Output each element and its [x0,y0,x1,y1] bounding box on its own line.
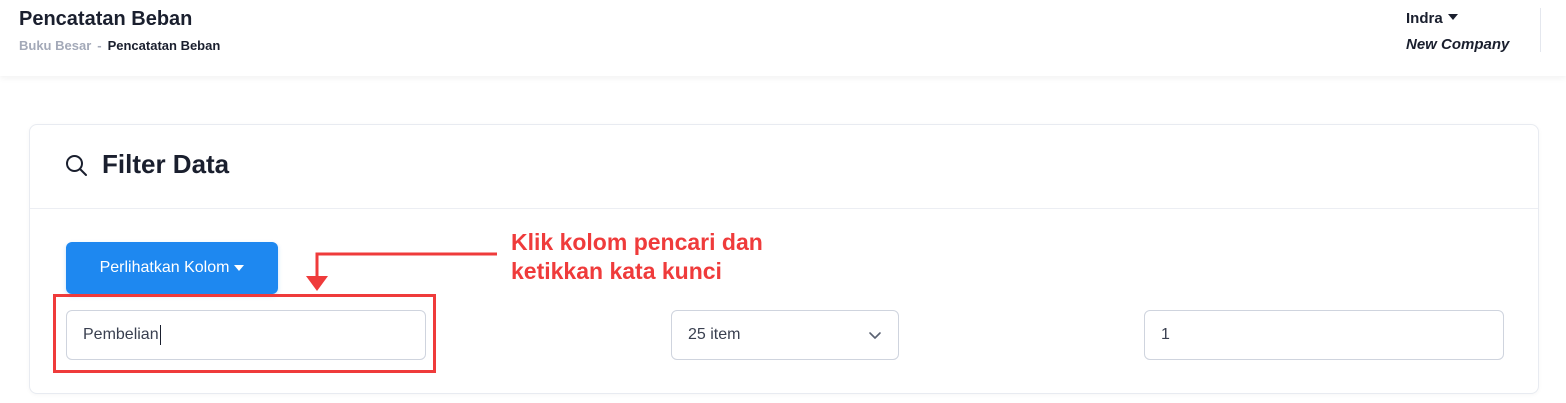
top-bar: Pencatatan Beban Buku Besar - Pencatatan B… [0,0,1566,76]
search-icon [66,155,87,176]
breadcrumb-parent-link[interactable]: Buku Besar [19,38,91,53]
page-title: Pencatatan Beban [19,8,193,30]
breadcrumb: Buku Besar - Pencatatan Beban [19,38,220,53]
caret-down-icon [234,265,245,271]
show-columns-label: Perlihatkan Kolom [99,259,230,276]
per-page-value: 25 item [688,326,741,343]
annotation-line-2: ketikkan kata kunci [511,258,722,284]
filter-title: Filter Data [102,149,230,179]
user-name: Indra [1406,10,1443,27]
breadcrumb-separator: - [97,38,102,53]
filter-card-header: Filter Data [30,125,1538,209]
breadcrumb-current: Pencatatan Beban [107,38,221,53]
annotation-text: Klik kolom pencari dan ketikkan kata kun… [511,228,831,286]
page-number-input[interactable]: 1 [1144,310,1504,360]
company-name: New Company [1406,36,1510,53]
page-number-value: 1 [1161,326,1170,343]
chevron-down-icon [869,332,881,339]
show-columns-button[interactable]: Perlihatkan Kolom [66,242,278,294]
search-input-value: Pembelian [83,326,159,343]
search-input[interactable]: Pembelian [66,310,426,360]
per-page-select[interactable]: 25 item [671,310,899,360]
caret-down-icon [1447,14,1458,20]
topbar-divider [1540,8,1541,52]
user-menu-toggle[interactable]: Indra [1406,10,1458,27]
text-cursor [159,325,161,345]
annotation-line-1: Klik kolom pencari dan [511,229,763,255]
